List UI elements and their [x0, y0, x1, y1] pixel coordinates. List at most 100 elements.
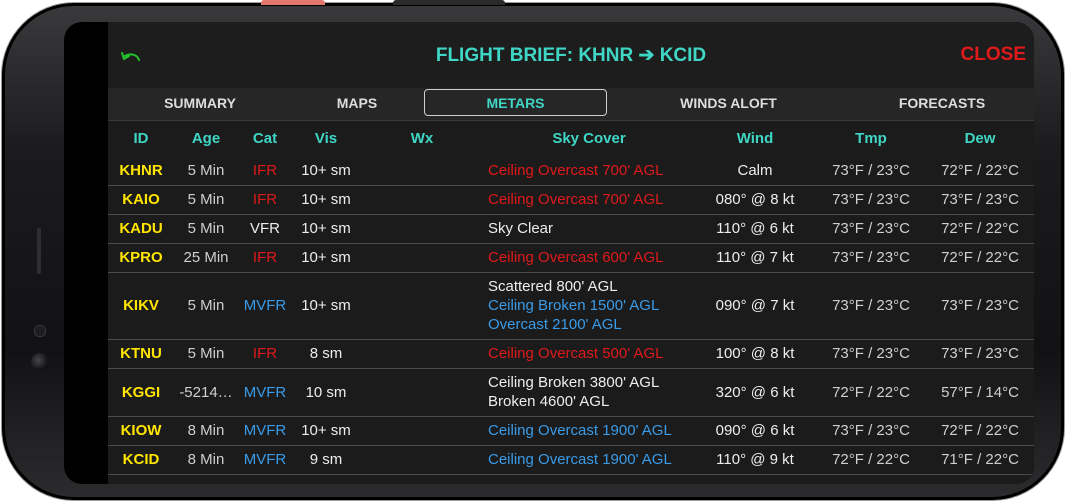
flight-category: IFR — [238, 243, 292, 273]
table-row[interactable]: KHNR 5 Min IFR 10+ sm Ceiling Overcast 700' … — [108, 156, 1034, 186]
col-vis[interactable]: Vis — [292, 121, 360, 156]
temperature: 73°F / 23°C — [816, 243, 926, 273]
sky-cover-layer: Broken 4600' AGL — [488, 393, 610, 410]
sky-cover-layer: Overcast 2100' AGL — [488, 316, 622, 333]
visibility: 10+ sm — [292, 272, 360, 340]
sky-cover-layer: Ceiling Overcast 1900' AGL — [488, 422, 672, 439]
station-id: KCID — [108, 445, 174, 475]
temperature: 72°F / 22°C — [816, 368, 926, 417]
station-id: KIOW — [108, 416, 174, 446]
flight-category: MVFR — [238, 416, 292, 446]
metars-table: ID Age Cat Vis Wx Sky Cover Wind Tmp Dew… — [108, 121, 1034, 475]
report-age: 5 Min — [174, 185, 238, 215]
report-age: -5214… — [174, 368, 238, 417]
visibility: 10+ sm — [292, 416, 360, 446]
col-tmp[interactable]: Tmp — [816, 121, 926, 156]
report-age: 8 Min — [174, 416, 238, 446]
dewpoint: 72°F / 22°C — [926, 156, 1034, 186]
report-age: 5 Min — [174, 272, 238, 340]
sky-cover-layer: Ceiling Overcast 1900' AGL — [488, 451, 672, 468]
station-id: KPRO — [108, 243, 174, 273]
wind: 090° @ 7 kt — [694, 272, 816, 340]
flight-category: VFR — [238, 214, 292, 244]
col-wx[interactable]: Wx — [360, 121, 484, 156]
visibility: 10+ sm — [292, 185, 360, 215]
table-row[interactable]: KIOW 8 Min MVFR 10+ sm Ceiling Overcast 1900… — [108, 416, 1034, 446]
sky-cover-layer: Sky Clear — [488, 220, 554, 237]
col-age[interactable]: Age — [174, 121, 238, 156]
speaker-grille — [37, 228, 41, 274]
tab-winds-aloft[interactable]: WINDS ALOFT — [607, 88, 850, 120]
col-id[interactable]: ID — [108, 121, 174, 156]
flight-category: MVFR — [238, 368, 292, 417]
sky-cover-layer: Ceiling Overcast 600' AGL — [488, 249, 664, 266]
table-row[interactable]: KGGI -5214… MVFR 10 sm Ceiling Broken 3800' … — [108, 368, 1034, 417]
station-id: KAIO — [108, 185, 174, 215]
col-dew[interactable]: Dew — [926, 121, 1034, 156]
tab-maps[interactable]: MAPS — [292, 88, 422, 120]
table-body: KHNR 5 Min IFR 10+ sm Ceiling Overcast 700' … — [108, 156, 1034, 475]
proximity-sensor — [34, 325, 46, 337]
tab-forecasts[interactable]: FORECASTS — [850, 88, 1034, 120]
header-bar: FLIGHT BRIEF: KHNR ➔ KCID CLOSE — [108, 22, 1034, 89]
temperature: 73°F / 23°C — [816, 416, 926, 446]
wind: 100° @ 8 kt — [694, 339, 816, 369]
report-age: 5 Min — [174, 339, 238, 369]
weather — [360, 214, 484, 244]
wind: 320° @ 6 kt — [694, 368, 816, 417]
col-cat[interactable]: Cat — [238, 121, 292, 156]
table-row[interactable]: KADU 5 Min VFR 10+ sm Sky Clear 110° @ 6 kt 73… — [108, 214, 1034, 244]
sky-cover-layer: Ceiling Overcast 500' AGL — [488, 345, 664, 362]
sky-cover-layer: Ceiling Overcast 700' AGL — [488, 191, 664, 208]
table-row[interactable]: KCID 8 Min MVFR 9 sm Ceiling Overcast 1900' … — [108, 445, 1034, 475]
visibility: 10+ sm — [292, 214, 360, 244]
temperature: 72°F / 22°C — [816, 445, 926, 475]
temperature: 73°F / 23°C — [816, 156, 926, 186]
visibility: 10+ sm — [292, 243, 360, 273]
table-row[interactable]: KIKV 5 Min MVFR 10+ sm Scattered 800' AGL Cei… — [108, 272, 1034, 340]
sky-cover: Ceiling Broken 3800' AGL Broken 4600' AGL — [484, 368, 694, 417]
table-row[interactable]: KPRO 25 Min IFR 10+ sm Ceiling Overcast 600'… — [108, 243, 1034, 273]
table-row[interactable]: KAIO 5 Min IFR 10+ sm Ceiling Overcast 700' … — [108, 185, 1034, 215]
sky-cover-layer: Ceiling Overcast 700' AGL — [488, 161, 664, 179]
temperature: 73°F / 23°C — [816, 214, 926, 244]
power-button — [393, 0, 505, 5]
phone-screen: FLIGHT BRIEF: KHNR ➔ KCID CLOSE SUMMARY … — [64, 22, 1034, 484]
temperature: 73°F / 23°C — [816, 339, 926, 369]
sky-cover: Ceiling Overcast 1900' AGL — [484, 416, 694, 446]
sky-cover: Scattered 800' AGL Ceiling Broken 1500' A… — [484, 272, 694, 340]
sky-cover-layer: Ceiling Broken 1500' AGL — [488, 297, 660, 314]
col-wind[interactable]: Wind — [694, 121, 816, 156]
dewpoint: 72°F / 22°C — [926, 214, 1034, 244]
temperature: 73°F / 23°C — [816, 272, 926, 340]
weather — [360, 368, 484, 417]
volume-button — [261, 0, 325, 5]
station-id: KHNR — [108, 156, 174, 186]
weather — [360, 416, 484, 446]
sky-cover-layer: Scattered 800' AGL — [488, 278, 618, 295]
station-id: KTNU — [108, 339, 174, 369]
close-button[interactable]: CLOSE — [961, 44, 1026, 66]
visibility: 10 sm — [292, 368, 360, 417]
visibility: 9 sm — [292, 445, 360, 475]
tab-metars[interactable]: METARS — [424, 88, 607, 120]
tab-summary[interactable]: SUMMARY — [108, 88, 292, 120]
table-row[interactable]: KTNU 5 Min IFR 8 sm Ceiling Overcast 500' AG… — [108, 339, 1034, 369]
wind: 110° @ 9 kt — [694, 445, 816, 475]
station-id: KIKV — [108, 272, 174, 340]
dewpoint: 57°F / 14°C — [926, 368, 1034, 417]
report-age: 5 Min — [174, 214, 238, 244]
weather — [360, 272, 484, 340]
weather — [360, 156, 484, 186]
flight-category: IFR — [238, 185, 292, 215]
weather — [360, 339, 484, 369]
temperature: 73°F / 23°C — [816, 185, 926, 215]
wind: 080° @ 8 kt — [694, 185, 816, 215]
flight-category: IFR — [238, 156, 292, 186]
col-sky-cover[interactable]: Sky Cover — [484, 121, 694, 156]
report-age: 8 Min — [174, 445, 238, 475]
flight-category: IFR — [238, 339, 292, 369]
front-camera — [31, 353, 49, 371]
page-title: FLIGHT BRIEF: KHNR ➔ KCID — [435, 45, 707, 66]
dewpoint: 71°F / 22°C — [926, 445, 1034, 475]
